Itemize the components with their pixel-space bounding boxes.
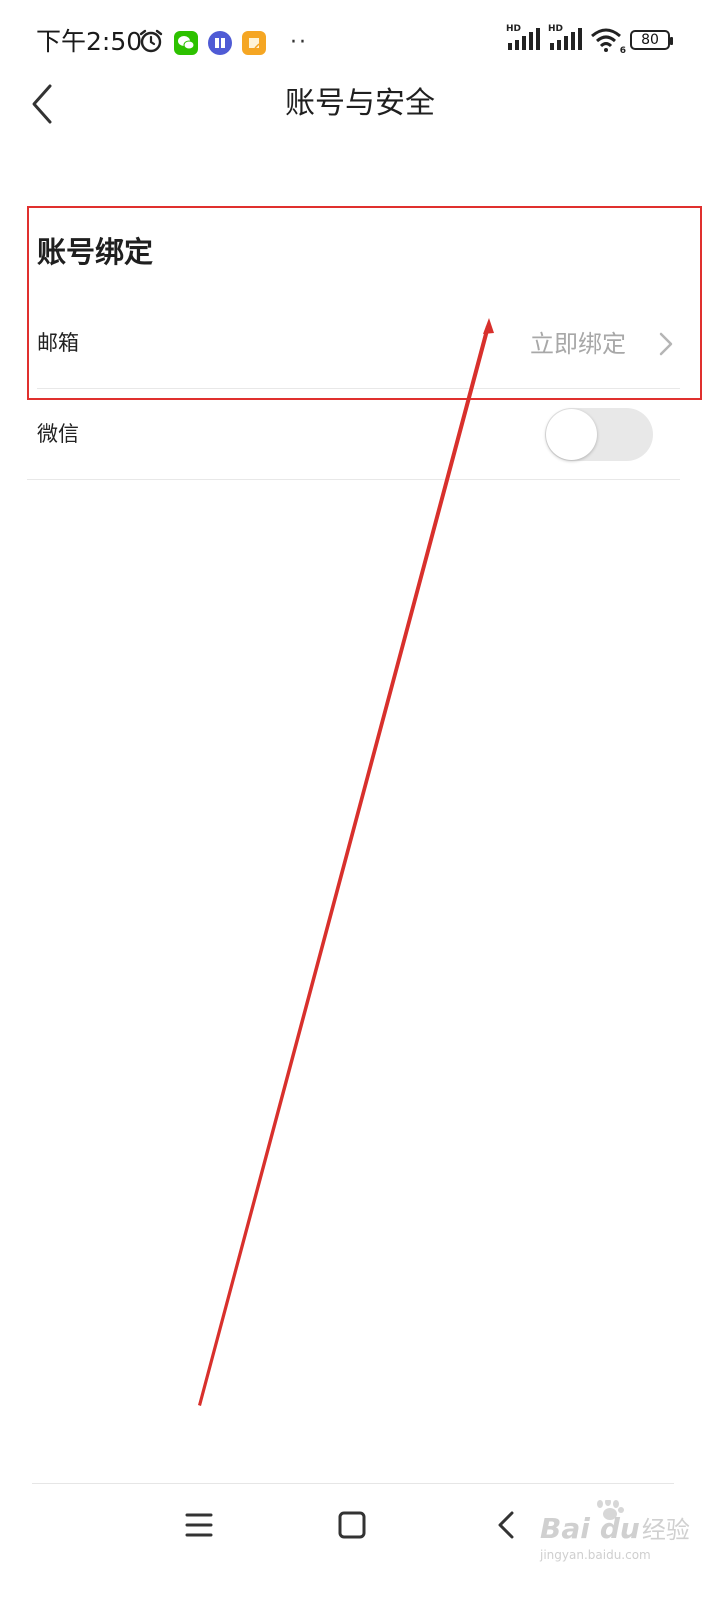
- signal-icon-2: HD: [548, 24, 582, 52]
- wifi-icon: 6: [590, 28, 626, 56]
- nav-divider: [32, 1483, 674, 1484]
- menu-icon: [185, 1513, 213, 1537]
- highlight-box: [27, 206, 702, 400]
- baidu-watermark: Bai du 经验 jingyan.baidu.com: [540, 1500, 700, 1570]
- wechat-label: 微信: [37, 422, 79, 446]
- notes-app-icon: [242, 31, 266, 55]
- wechat-app-icon: [174, 31, 198, 55]
- status-system-icons: HD HD 6 80: [506, 24, 673, 56]
- back-nav-button[interactable]: [486, 1505, 526, 1545]
- status-time: 下午2:50: [36, 27, 143, 56]
- toggle-knob: [546, 409, 597, 460]
- home-square-icon: [338, 1511, 366, 1539]
- page-title: 账号与安全: [285, 86, 435, 121]
- more-dots-icon: ··: [290, 30, 308, 55]
- signal-icon: HD: [506, 24, 540, 52]
- status-notification-icons: ··: [138, 28, 308, 58]
- watermark-brand: Bai: [540, 1512, 590, 1545]
- wifi-badge: 6: [619, 46, 626, 56]
- watermark-brand-2: du: [599, 1512, 640, 1545]
- watermark-url: jingyan.baidu.com: [540, 1548, 651, 1562]
- menu-button[interactable]: [179, 1505, 219, 1545]
- battery-icon: 80: [630, 30, 673, 50]
- back-chevron-icon: [498, 1511, 514, 1539]
- wechat-toggle[interactable]: [545, 408, 653, 461]
- home-button[interactable]: [332, 1505, 372, 1545]
- watermark-suffix: 经验: [641, 1516, 690, 1544]
- alarm-icon: [138, 28, 164, 58]
- tieba-app-icon: [208, 31, 232, 55]
- divider: [27, 479, 680, 480]
